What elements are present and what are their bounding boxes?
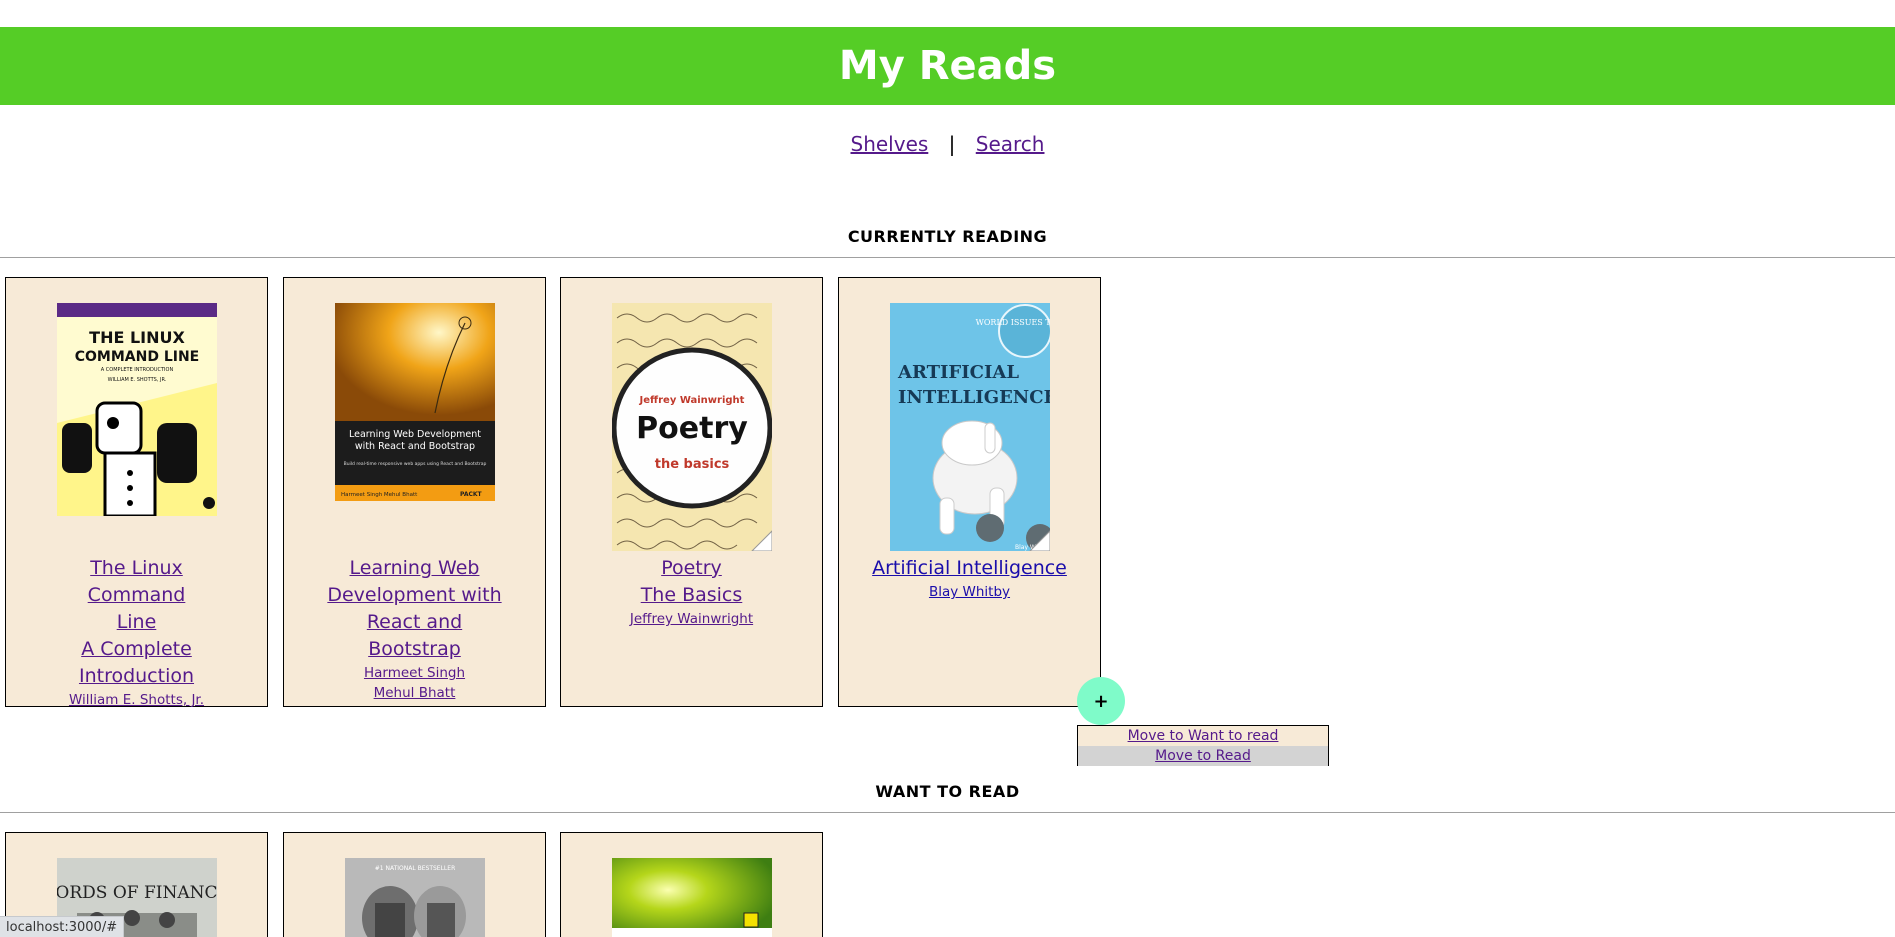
book-cover[interactable]: THE LINUX COMMAND LINE A COMPLETE INTROD… bbox=[56, 303, 217, 516]
book-author[interactable]: Jeffrey Wainwright bbox=[596, 609, 787, 629]
book-title-line[interactable]: The Basics bbox=[596, 582, 787, 609]
svg-text:the basics: the basics bbox=[654, 457, 729, 472]
nav-search-link[interactable]: Search bbox=[976, 132, 1045, 156]
svg-text:WORLD ISSUES TODAY: WORLD ISSUES TODAY bbox=[975, 318, 1049, 327]
svg-text:WILLIAM E. SHOTTS, JR.: WILLIAM E. SHOTTS, JR. bbox=[107, 377, 166, 383]
svg-text:with React and Bootstrap: with React and Bootstrap bbox=[354, 441, 474, 452]
book-title-line[interactable]: Line bbox=[41, 609, 232, 636]
app-header: My Reads bbox=[0, 27, 1895, 105]
book-card: Learning Web Development with React and … bbox=[283, 277, 546, 707]
shelf-changer-button[interactable]: + bbox=[1077, 677, 1125, 725]
nav-separator: | bbox=[948, 132, 956, 156]
svg-text:Build real-time responsive web: Build real-time responsive web apps usin… bbox=[343, 461, 486, 467]
svg-text:#1 NATIONAL BESTSELLER: #1 NATIONAL BESTSELLER bbox=[374, 865, 455, 872]
book-card: Jeffrey Wainwright Poetry the basics Poe… bbox=[560, 277, 823, 707]
book-cover[interactable]: Jeffrey Wainwright Poetry the basics bbox=[611, 303, 772, 551]
shelf-title-currently-reading: CURRENTLY READING bbox=[847, 227, 1048, 246]
book-title-line[interactable]: Artificial Intelligence bbox=[849, 555, 1090, 582]
nav-shelves-link[interactable]: Shelves bbox=[851, 132, 929, 156]
menu-item-move-to-want-to-read[interactable]: Move to Want to read bbox=[1078, 726, 1328, 746]
shelf-changer-menu: Move to Want to read Move to Read bbox=[1077, 725, 1329, 766]
book-card: WORLD ISSUES TODAY ARTIFICIAL INTELLIGEN… bbox=[838, 277, 1101, 707]
book-author[interactable]: Harmeet Singh bbox=[319, 663, 510, 683]
svg-text:ARTIFICIAL: ARTIFICIAL bbox=[897, 362, 1019, 383]
book-title-line[interactable]: Learning Web bbox=[319, 555, 510, 582]
book-cover[interactable] bbox=[611, 858, 772, 937]
browser-status-bar: localhost:3000/# bbox=[0, 916, 125, 937]
shelf-divider bbox=[0, 257, 1895, 258]
book-cover[interactable]: Learning Web Development with React and … bbox=[334, 303, 495, 501]
svg-text:Poetry: Poetry bbox=[636, 411, 748, 446]
svg-text:PACKT: PACKT bbox=[460, 491, 483, 498]
book-cover[interactable]: WORLD ISSUES TODAY ARTIFICIAL INTELLIGEN… bbox=[889, 303, 1050, 551]
svg-text:THE LINUX: THE LINUX bbox=[89, 328, 185, 347]
shelf-title-want-to-read: WANT TO READ bbox=[875, 782, 1020, 801]
book-author[interactable]: Mehul Bhatt bbox=[319, 683, 510, 703]
svg-text:LORDS OF FINANCE: LORDS OF FINANCE bbox=[57, 883, 217, 903]
svg-text:Jeffrey Wainwright: Jeffrey Wainwright bbox=[638, 395, 744, 406]
svg-text:Harmeet Singh Mehul Bhatt: Harmeet Singh Mehul Bhatt bbox=[341, 492, 418, 498]
book-title-line[interactable]: The Linux Command bbox=[41, 555, 232, 609]
book-author[interactable]: William E. Shotts, Jr. bbox=[41, 690, 232, 710]
svg-text:INTELLIGENCE: INTELLIGENCE bbox=[898, 387, 1050, 408]
book-title-line[interactable]: Poetry bbox=[596, 555, 787, 582]
book-card: #1 NATIONAL BESTSELLER bbox=[283, 832, 546, 937]
shelf-divider bbox=[0, 812, 1895, 813]
book-title-line[interactable]: Introduction bbox=[41, 663, 232, 690]
book-card: THE LINUX COMMAND LINE A COMPLETE INTROD… bbox=[5, 277, 268, 710]
svg-text:A COMPLETE INTRODUCTION: A COMPLETE INTRODUCTION bbox=[100, 367, 173, 373]
svg-text:COMMAND LINE: COMMAND LINE bbox=[74, 349, 199, 365]
main-nav: Shelves | Search bbox=[0, 132, 1895, 156]
book-title-line[interactable]: Development with bbox=[319, 582, 510, 609]
app-title: My Reads bbox=[838, 43, 1057, 89]
book-author[interactable]: Blay Whitby bbox=[849, 582, 1090, 602]
book-cover[interactable]: #1 NATIONAL BESTSELLER bbox=[344, 858, 485, 937]
book-card bbox=[560, 832, 823, 937]
book-title-line[interactable]: React and Bootstrap bbox=[319, 609, 510, 663]
book-title-line[interactable]: A Complete bbox=[41, 636, 232, 663]
menu-item-move-to-read[interactable]: Move to Read bbox=[1078, 746, 1328, 766]
plus-icon: + bbox=[1093, 690, 1109, 712]
svg-text:Learning Web Development: Learning Web Development bbox=[349, 429, 481, 440]
